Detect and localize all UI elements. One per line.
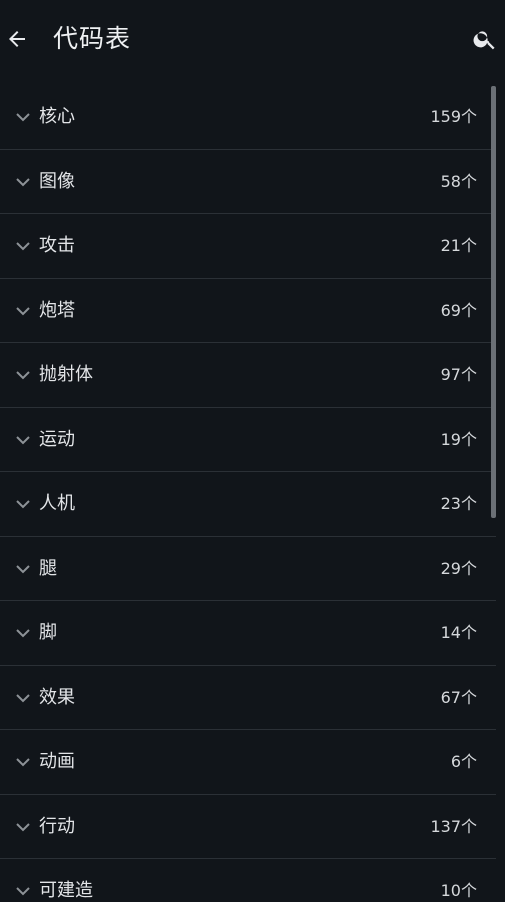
category-row[interactable]: 攻击 21个	[0, 214, 496, 279]
category-count: 159个	[430, 107, 477, 126]
chevron-down-icon	[16, 758, 30, 767]
category-count: 23个	[440, 494, 477, 513]
category-count: 69个	[440, 300, 477, 320]
chevron-down-icon	[16, 629, 30, 638]
category-label: 脚	[39, 622, 57, 643]
category-label: 行动	[39, 815, 75, 837]
category-row[interactable]: 抛射体 97个	[0, 343, 496, 408]
search-button[interactable]	[471, 24, 499, 54]
category-count: 6个	[450, 752, 477, 771]
chevron-down-icon	[16, 306, 30, 315]
chevron-down-icon	[16, 693, 30, 702]
category-label: 人机	[39, 493, 75, 514]
category-label: 图像	[39, 170, 75, 192]
chevron-down-icon	[16, 113, 30, 122]
category-count: 21个	[440, 236, 477, 255]
category-row[interactable]: 动画 6个	[0, 730, 496, 795]
category-count: 10个	[440, 881, 477, 900]
category-count: 14个	[440, 623, 477, 642]
category-row[interactable]: 核心 159个	[0, 85, 496, 150]
chevron-down-icon	[16, 887, 30, 896]
search-icon	[473, 31, 495, 50]
category-label: 运动	[39, 428, 75, 450]
arrow-left-icon	[9, 31, 25, 47]
chevron-down-icon	[16, 435, 30, 444]
category-row[interactable]: 脚 14个	[0, 601, 496, 666]
chevron-down-icon	[16, 177, 30, 186]
category-count: 19个	[440, 429, 477, 449]
chevron-down-icon	[16, 242, 30, 251]
back-button[interactable]	[2, 22, 32, 56]
category-row[interactable]: 人机 23个	[0, 472, 496, 537]
category-row[interactable]: 可建造 10个	[0, 859, 496, 902]
category-row[interactable]: 图像 58个	[0, 150, 496, 214]
chevron-down-icon	[16, 822, 30, 831]
chevron-down-icon	[16, 564, 30, 573]
category-label: 效果	[39, 686, 75, 708]
category-label: 核心	[39, 106, 75, 127]
category-row[interactable]: 运动 19个	[0, 408, 496, 472]
category-label: 抛射体	[39, 364, 93, 385]
category-row[interactable]: 腿 29个	[0, 537, 496, 601]
category-label: 腿	[39, 557, 57, 579]
category-list: 核心 159个 图像 58个 攻击 21个 炮塔 69个 抛射体 97个 运动 …	[0, 85, 496, 902]
category-count: 58个	[440, 171, 477, 191]
category-label: 动画	[39, 751, 75, 772]
category-row[interactable]: 行动 137个	[0, 795, 496, 859]
category-count: 137个	[430, 816, 477, 836]
category-label: 炮塔	[39, 299, 75, 321]
app-screen: 代码表 核心 159个 图像 58个 攻击 21个 炮塔 69个 抛射体 97个…	[0, 0, 505, 902]
category-count: 67个	[440, 687, 477, 707]
top-app-bar: 代码表	[0, 0, 505, 78]
category-row[interactable]: 效果 67个	[0, 666, 496, 730]
category-label: 攻击	[39, 235, 75, 256]
chevron-down-icon	[16, 371, 30, 380]
category-count: 29个	[440, 558, 477, 578]
scrollbar[interactable]	[491, 86, 496, 518]
category-row[interactable]: 炮塔 69个	[0, 279, 496, 343]
category-label: 可建造	[39, 880, 93, 901]
category-count: 97个	[440, 365, 477, 384]
page-title: 代码表	[53, 24, 132, 53]
chevron-down-icon	[16, 500, 30, 509]
